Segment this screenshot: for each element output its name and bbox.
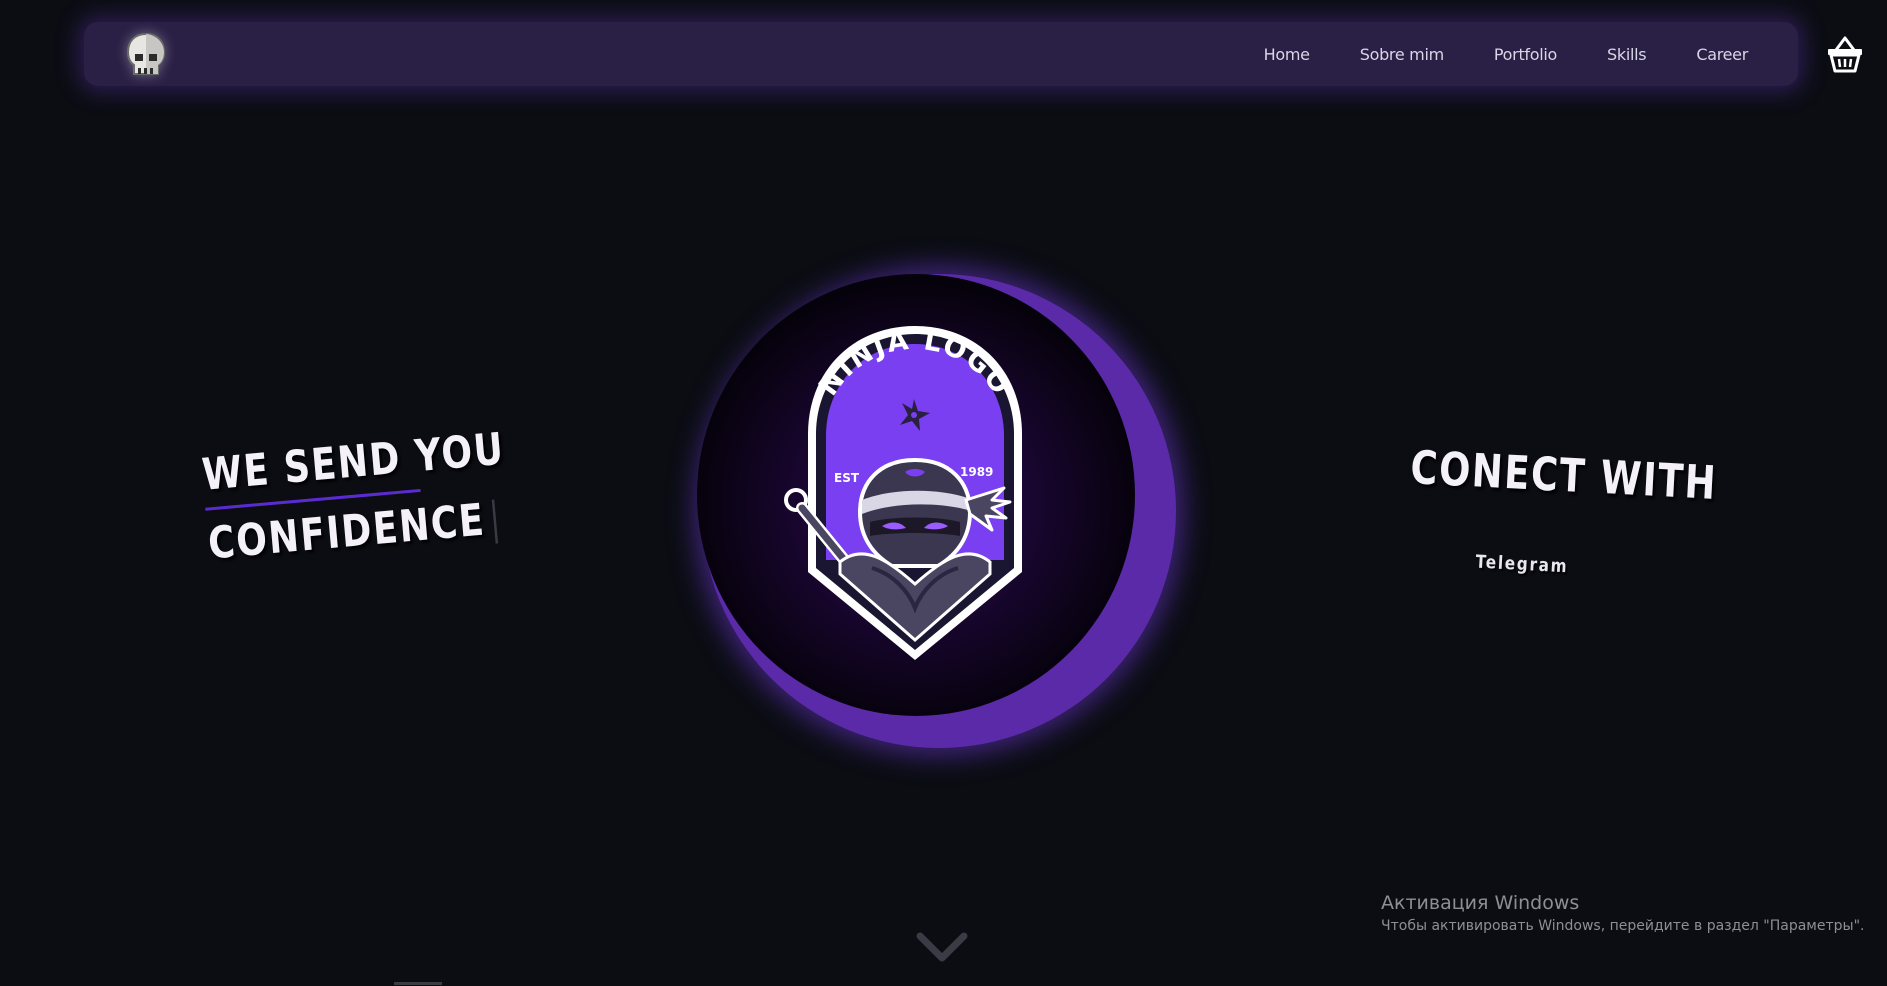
skull-icon[interactable] [124,32,168,78]
windows-activation-watermark: Активация Windows Чтобы активировать Win… [1381,890,1864,936]
typing-cursor [491,499,498,544]
emblem-year: 1989 [960,465,993,479]
nav-link-career[interactable]: Career [1696,45,1748,64]
chevron-down-icon[interactable] [914,928,970,968]
bottom-scroll-mark [394,982,442,985]
emblem-est: EST [834,471,860,485]
watermark-title: Активация Windows [1381,892,1580,914]
telegram-link[interactable]: Telegram [1475,552,1569,578]
page: Home Sobre mim Portfolio Skills Career W… [0,0,1887,986]
nav-link-portfolio[interactable]: Portfolio [1494,45,1557,64]
navbar: Home Sobre mim Portfolio Skills Career [84,22,1798,86]
ninja-logo-emblem: NINJA LOGO EST 1989 [784,325,1022,660]
nav-link-skills[interactable]: Skills [1607,45,1647,64]
nav-link-home[interactable]: Home [1264,45,1310,64]
hero-right-title: CONECT WITH [1409,440,1719,510]
nav-link-sobre-mim[interactable]: Sobre mim [1360,45,1444,64]
hero-left-line1: WE SEND YOU [200,423,507,501]
basket-icon[interactable] [1826,34,1864,74]
nav-links: Home Sobre mim Portfolio Skills Career [1264,22,1749,86]
hero-left-headline: WE SEND YOU CONFIDENCE [200,416,579,573]
hero-right-headline: CONECT WITH Telegram [1409,440,1795,577]
watermark-subtitle: Чтобы активировать Windows, перейдите в … [1381,918,1865,934]
